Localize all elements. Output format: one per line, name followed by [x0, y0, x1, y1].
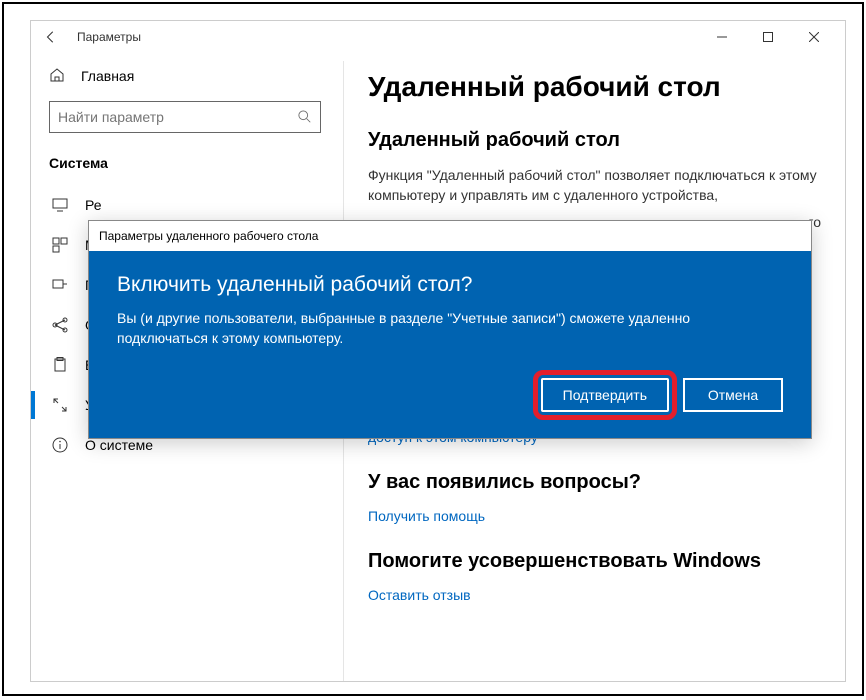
confirm-dialog: Параметры удаленного рабочего стола Вклю…: [88, 220, 812, 439]
subheading-2: У вас появились вопросы?: [368, 471, 821, 494]
link-feedback[interactable]: Оставить отзыв: [368, 587, 821, 603]
clipboard-icon: [51, 356, 69, 374]
display-icon: [51, 196, 69, 214]
remote-icon: [51, 396, 69, 414]
sidebar-item-label: Ре: [85, 197, 102, 213]
multitask-icon: [51, 236, 69, 254]
home-label: Главная: [81, 68, 134, 84]
titlebar: Параметры: [31, 21, 845, 53]
back-button[interactable]: [39, 25, 63, 49]
sidebar-item-display[interactable]: Ре: [49, 185, 343, 225]
cancel-button[interactable]: Отмена: [683, 378, 783, 412]
home-link[interactable]: Главная: [49, 67, 343, 85]
minimize-button[interactable]: [699, 22, 745, 52]
home-icon: [49, 67, 67, 85]
sidebar-item-label: О системе: [85, 437, 153, 453]
dialog-heading: Включить удаленный рабочий стол?: [117, 273, 783, 297]
window-title: Параметры: [77, 30, 141, 44]
dialog-title: Параметры удаленного рабочего стола: [89, 221, 811, 251]
subheading-3: Помогите усовершенствовать Windows: [368, 550, 821, 573]
maximize-button[interactable]: [745, 22, 791, 52]
search-input[interactable]: [58, 109, 298, 125]
link-help[interactable]: Получить помощь: [368, 508, 821, 524]
share-icon: [51, 316, 69, 334]
search-icon: [298, 110, 312, 124]
project-icon: [51, 276, 69, 294]
page-title: Удаленный рабочий стол: [368, 71, 821, 103]
subheading-1: Удаленный рабочий стол: [368, 129, 821, 152]
section-header: Система: [49, 155, 343, 171]
desc-text: Функция "Удаленный рабочий стол" позволя…: [368, 166, 821, 205]
info-icon: [51, 436, 69, 454]
close-button[interactable]: [791, 22, 837, 52]
search-box[interactable]: [49, 101, 321, 133]
dialog-text: Вы (и другие пользователи, выбранные в р…: [117, 309, 783, 348]
confirm-button[interactable]: Подтвердить: [541, 378, 669, 412]
